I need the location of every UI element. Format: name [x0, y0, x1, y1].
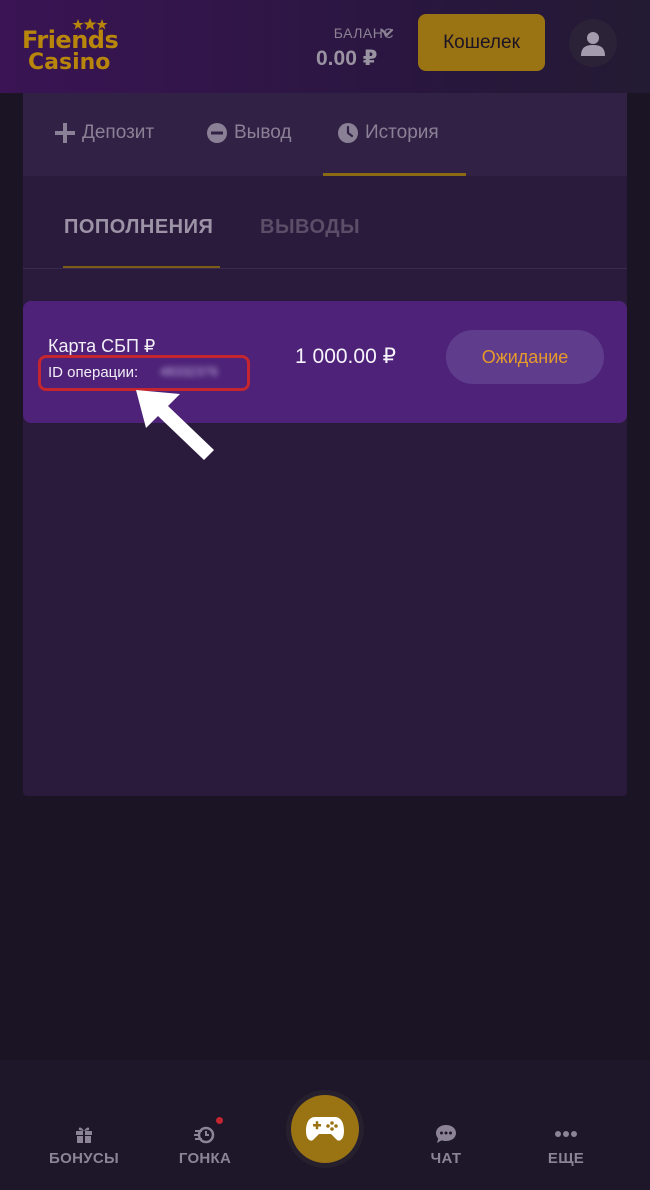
tab-history[interactable]: История: [337, 121, 439, 145]
games-button-inner: [291, 1095, 359, 1163]
nav-bonuses[interactable]: БОНУСЫ: [34, 1124, 134, 1167]
tab-withdraw-label: Вывод: [234, 122, 292, 143]
nav-chat[interactable]: ЧАТ: [396, 1124, 496, 1167]
profile-button[interactable]: [569, 19, 617, 67]
active-subtab-indicator: [63, 266, 220, 268]
plus-icon: [55, 123, 75, 143]
nav-race[interactable]: ГОНКА: [155, 1124, 255, 1167]
tab-history-label: История: [365, 122, 439, 143]
friends-casino-logo[interactable]: Friends Casino: [22, 18, 122, 78]
wallet-panel: Депозит Вывод История ПОПОЛНЕНИЯ ВЫВОДЫ: [23, 93, 627, 796]
race-icon: [194, 1126, 215, 1144]
nav-race-label: ГОНКА: [178, 1150, 232, 1167]
subtab-withdrawals[interactable]: ВЫВОДЫ: [260, 216, 360, 239]
nav-more-label: ЕЩЕ: [547, 1150, 585, 1167]
user-icon: [581, 32, 605, 56]
wallet-tabs: Депозит Вывод История: [23, 93, 627, 176]
clock-icon: [338, 123, 358, 143]
chat-icon: [436, 1125, 456, 1143]
gift-icon: [76, 1127, 92, 1143]
subtab-deposits[interactable]: ПОПОЛНЕНИЯ: [64, 216, 213, 239]
logo-text-casino: Casino: [28, 50, 111, 75]
bottom-navigation: БОНУСЫ ГОНКА ЧАТ ЕЩЕ: [0, 1060, 650, 1190]
history-subtabs: ПОПОЛНЕНИЯ ВЫВОДЫ: [23, 176, 627, 269]
pointer-arrow-icon: [136, 390, 214, 460]
transaction-method: Карта СБП ₽: [48, 336, 156, 356]
wallet-button[interactable]: Кошелек: [418, 14, 545, 71]
nav-bonuses-label: БОНУСЫ: [49, 1150, 119, 1167]
tab-deposit[interactable]: Депозит: [54, 121, 154, 145]
balance-value: 0.00 ₽: [316, 47, 378, 70]
more-icon: [555, 1131, 577, 1137]
notification-dot: [216, 1117, 223, 1124]
transaction-amount: 1 000.00 ₽: [295, 345, 396, 368]
games-button[interactable]: [286, 1090, 364, 1168]
top-header: Friends Casino БАЛАНС 0.00 ₽ Кошелек: [0, 0, 650, 93]
nav-more[interactable]: ЕЩЕ: [516, 1124, 616, 1167]
status-badge: Ожидание: [446, 330, 604, 384]
gamepad-icon: [306, 1117, 344, 1141]
logo-text-friends: Friends: [22, 26, 119, 54]
tab-deposit-label: Депозит: [82, 122, 155, 143]
chevron-down-icon[interactable]: [380, 28, 394, 38]
tab-withdraw[interactable]: Вывод: [206, 121, 291, 145]
nav-chat-label: ЧАТ: [430, 1150, 462, 1167]
minus-circle-icon: [207, 123, 227, 143]
